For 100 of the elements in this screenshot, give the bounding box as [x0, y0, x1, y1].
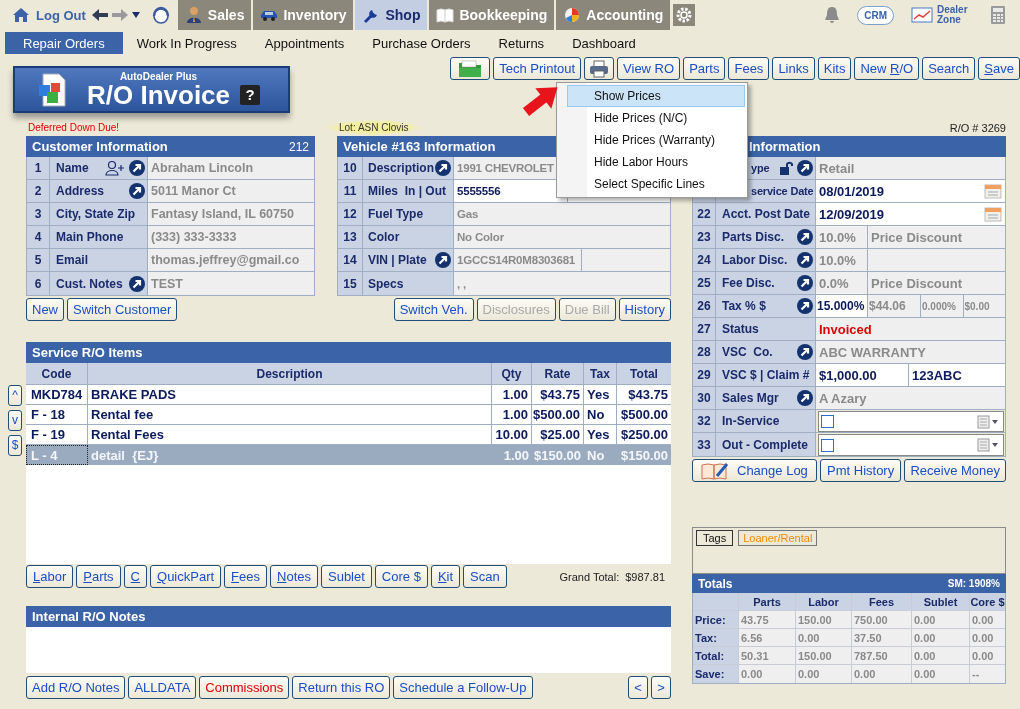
panel-button[interactable]: Receive Money [904, 459, 1006, 482]
row-number: 30 [693, 387, 716, 409]
table-row[interactable]: MKD784 BRAKE PADS 1.00 $43.75 Yes $43.75 [26, 385, 671, 405]
nav-tab[interactable]: Work In Progress [122, 32, 251, 54]
menu-item[interactable]: Hide Prices (Warranty) [559, 129, 745, 151]
module-tab[interactable]: Sales [177, 0, 252, 30]
item-button[interactable]: Labor [26, 565, 74, 588]
module-tab[interactable]: Inventory [253, 0, 354, 30]
link-icon[interactable] [797, 252, 813, 268]
action-button[interactable]: Return this RO [292, 676, 391, 699]
toolbar-button[interactable]: Parts [683, 57, 726, 80]
toolbar-button[interactable]: New R/O [854, 57, 920, 80]
notebook-pencil-icon [701, 461, 729, 480]
link-icon[interactable] [797, 298, 813, 314]
nav-tab[interactable]: Appointments [250, 32, 359, 54]
vehicle-button[interactable]: History [618, 298, 671, 321]
date-picker-field[interactable] [818, 434, 1004, 456]
link-icon[interactable] [129, 183, 145, 199]
move-button[interactable]: v [8, 410, 22, 431]
item-button[interactable]: C [123, 565, 147, 588]
nav-tab[interactable]: Repair Orders [5, 32, 123, 54]
pager-button[interactable]: > [651, 676, 671, 699]
toolbar-button[interactable]: Kits [817, 57, 852, 80]
grand-total-label: Grand Total: [559, 570, 620, 583]
move-button[interactable]: ^ [8, 385, 22, 406]
move-button[interactable]: $ [8, 435, 22, 456]
table-cell: 1.00 [492, 385, 532, 404]
action-button[interactable]: Commissions [199, 676, 290, 699]
table-cell: 0.00 [912, 629, 970, 646]
panel-button[interactable]: Pmt History [819, 459, 902, 482]
document-cubes-icon [37, 72, 69, 107]
checkbox[interactable] [821, 415, 834, 428]
calendar-dropdown-icon[interactable] [977, 438, 999, 452]
item-button[interactable]: Core $ [374, 565, 428, 588]
checkbox[interactable] [821, 438, 834, 452]
field-label: VSC Co. [722, 345, 773, 359]
item-button[interactable]: Fees [224, 565, 267, 588]
settings-icon[interactable] [673, 4, 696, 26]
vehicle-button[interactable]: Switch Veh. [393, 298, 474, 321]
toolbar-button[interactable]: Search [922, 57, 976, 80]
dealer-zone-link[interactable]: Dealer Zone [911, 5, 973, 25]
item-button[interactable]: Notes [270, 565, 318, 588]
toolbar-button[interactable]: Save [978, 57, 1020, 80]
value-cell[interactable]: 12/09/2019 [816, 203, 1005, 225]
nav-tab[interactable]: Purchase Orders [358, 32, 485, 54]
action-button[interactable]: ALLDATA [128, 676, 197, 699]
add-person-icon[interactable] [105, 160, 125, 176]
link-icon[interactable] [797, 344, 813, 360]
folder-button[interactable] [450, 57, 491, 80]
help-button[interactable]: ? [240, 84, 261, 105]
back-arrow-icon[interactable] [90, 8, 109, 22]
print-button[interactable] [584, 57, 615, 80]
item-button[interactable]: Scan [463, 565, 507, 588]
nav-tab[interactable]: Dashboard [558, 32, 650, 54]
bell-icon[interactable] [824, 6, 841, 24]
link-icon[interactable] [129, 160, 145, 176]
nav-tab[interactable]: Returns [484, 32, 559, 54]
crm-link[interactable]: CRM [857, 5, 894, 25]
customer-button[interactable]: Switch Customer [67, 298, 178, 321]
item-button[interactable]: Sublet [321, 565, 372, 588]
link-icon[interactable] [435, 160, 451, 176]
module-tab[interactable]: Shop [355, 0, 428, 30]
value-cell[interactable]: 15.000% [816, 295, 868, 317]
warning-note: Deferred Down Due! [28, 122, 120, 133]
action-button[interactable]: Schedule a Follow-Up [393, 676, 533, 699]
module-tab[interactable]: Accounting [556, 0, 671, 30]
link-icon[interactable] [797, 275, 813, 291]
module-tab[interactable]: Bookkeeping [429, 0, 555, 30]
toolbar-button[interactable]: View RO [617, 57, 681, 80]
pager-button[interactable]: < [628, 676, 648, 699]
caret-icon[interactable] [130, 11, 141, 19]
toolbar-button[interactable]: Fees [728, 57, 770, 80]
logout-link[interactable]: Log Out [12, 7, 86, 23]
calendar-dropdown-icon[interactable] [977, 414, 999, 429]
value-cell[interactable]: 08/01/2019 [816, 180, 1005, 202]
support-icon[interactable] [150, 5, 171, 25]
menu-item[interactable]: Hide Prices (N/C) [559, 107, 745, 129]
toolbar-button[interactable]: Tech Printout [493, 57, 582, 80]
value-cell[interactable]: $1,000.00 [816, 364, 909, 386]
link-icon[interactable] [797, 229, 813, 245]
toolbar-button[interactable]: Links [772, 57, 815, 80]
unlocked-padlock-icon[interactable] [779, 160, 793, 176]
row-number: 32 [693, 410, 716, 432]
menu-item[interactable]: Show Prices [567, 85, 745, 107]
item-button[interactable]: Parts [76, 565, 121, 588]
date-picker-field[interactable] [818, 411, 1004, 432]
link-icon[interactable] [797, 390, 813, 406]
value-cell[interactable]: 123ABC [909, 364, 1005, 386]
item-button[interactable]: Kit [430, 565, 461, 588]
panel-title: Vehicle #163 Information [343, 139, 496, 154]
link-icon[interactable] [129, 275, 145, 292]
action-button[interactable]: Add R/O Notes [26, 676, 126, 699]
customer-button[interactable]: New [26, 298, 64, 321]
panel-title: Information [749, 139, 821, 154]
value-cell[interactable]: 5555556 [454, 180, 568, 202]
link-icon[interactable] [435, 252, 451, 268]
table-row[interactable]: F - 18 Rental fee 1.00 $500.00 No $500.00 [26, 405, 671, 425]
change-log-button[interactable]: Change Log [692, 459, 817, 482]
item-button[interactable]: QuickPart [150, 565, 222, 588]
link-icon[interactable] [797, 160, 813, 176]
